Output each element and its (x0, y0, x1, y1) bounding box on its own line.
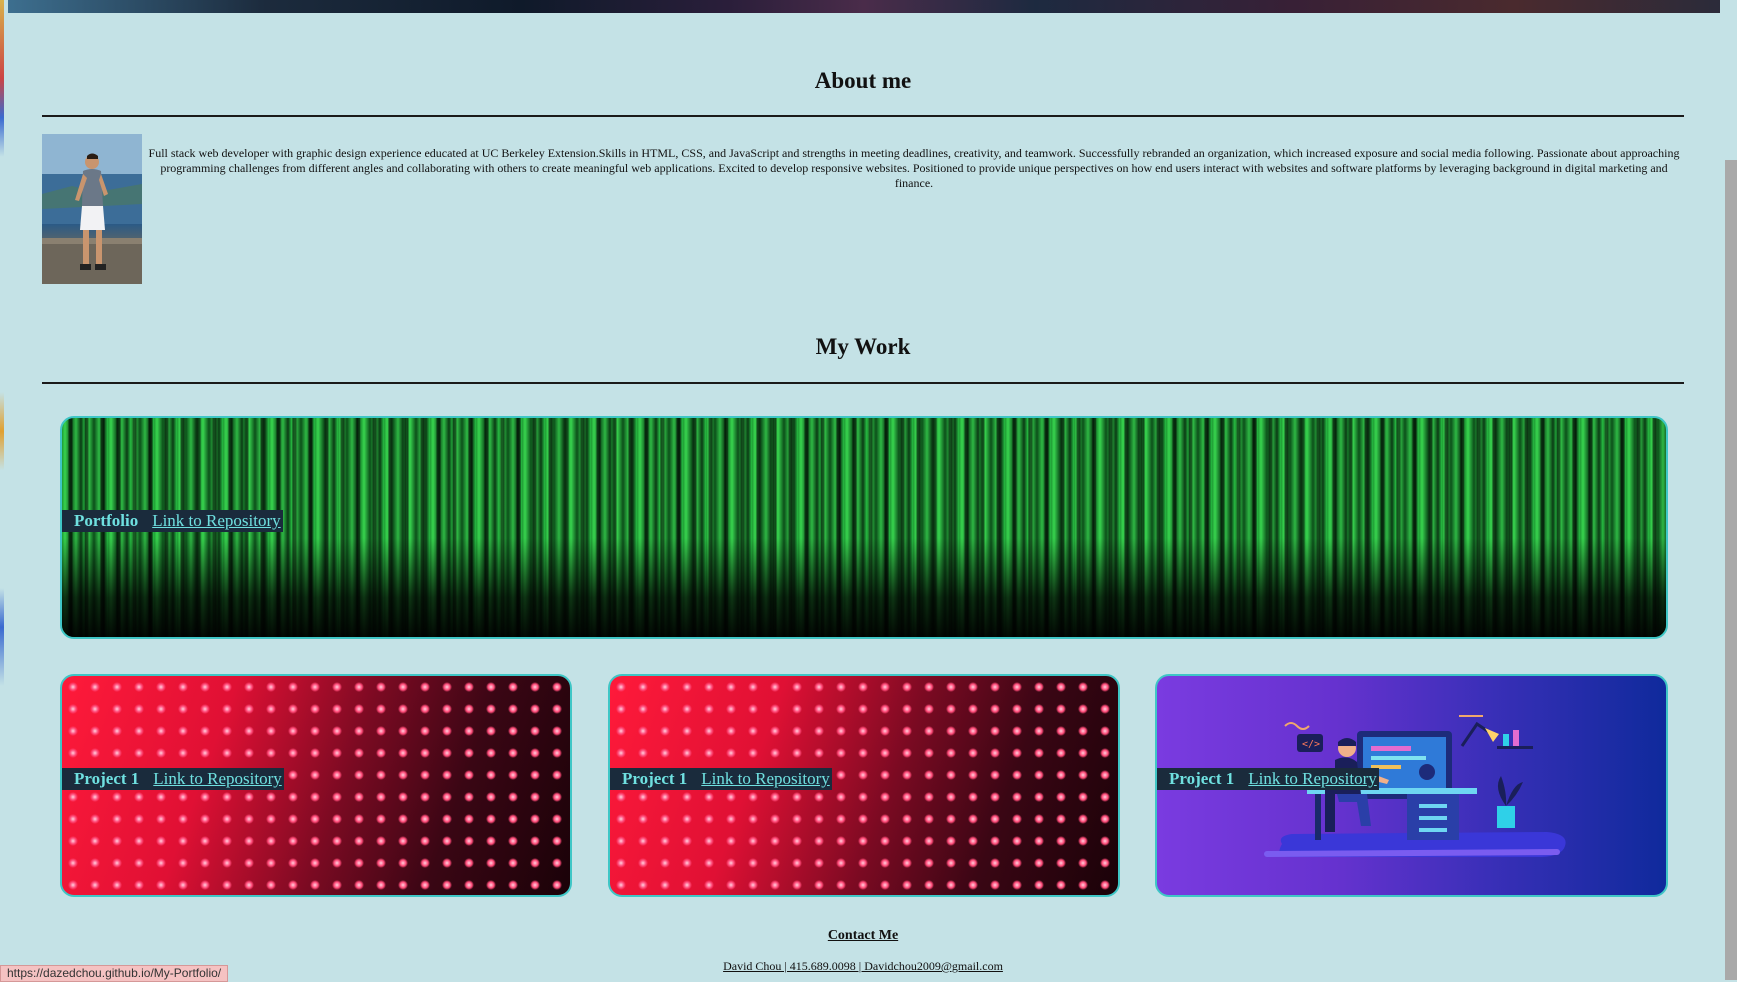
portfolio-card-title: Portfolio (74, 511, 139, 530)
project-card-1[interactable]: Project 1 Link to Repository (60, 674, 572, 897)
project-1-repo-link[interactable]: Link to Repository (153, 769, 281, 789)
project-2-label-bar: Project 1 Link to Repository (610, 768, 832, 790)
project-3-repo-link[interactable]: Link to Repository (1248, 769, 1376, 789)
portfolio-label-bar: Portfolio Link to Repository (62, 510, 283, 532)
contact-details-link[interactable]: David Chou | 415.689.0098 | Davidchou200… (42, 959, 1684, 974)
project-3-label-bar: Project 1 Link to Repository (1157, 768, 1379, 790)
project-card-3[interactable]: </> Project 1 Link to Repository (1155, 674, 1668, 897)
work-divider (42, 382, 1684, 384)
svg-text:</>: </> (1302, 739, 1320, 750)
portfolio-card[interactable]: Portfolio Link to Repository (60, 416, 1668, 639)
work-title: My Work (815, 334, 911, 359)
project-1-label-bar: Project 1 Link to Repository (62, 768, 284, 790)
project-card-2[interactable]: Project 1 Link to Repository (608, 674, 1120, 897)
scrollbar-thumb[interactable] (1725, 160, 1737, 980)
link-status-url: https://dazedchou.github.io/My-Portfolio… (0, 965, 229, 982)
profile-photo (42, 134, 142, 284)
profile-photo-image (42, 134, 142, 284)
project-3-title: Project 1 (1169, 769, 1235, 788)
project-1-title: Project 1 (74, 769, 140, 788)
portfolio-repo-link[interactable]: Link to Repository (152, 511, 280, 531)
window-left-edge (0, 0, 4, 980)
contact-title[interactable]: Contact Me (42, 928, 1684, 944)
project-2-repo-link[interactable]: Link to Repository (701, 769, 829, 789)
about-divider (42, 115, 1684, 117)
about-text: Full stack web developer with graphic de… (148, 146, 1680, 190)
about-title: About me (814, 68, 912, 93)
project-2-title: Project 1 (622, 769, 688, 788)
hero-image-strip (8, 0, 1720, 13)
